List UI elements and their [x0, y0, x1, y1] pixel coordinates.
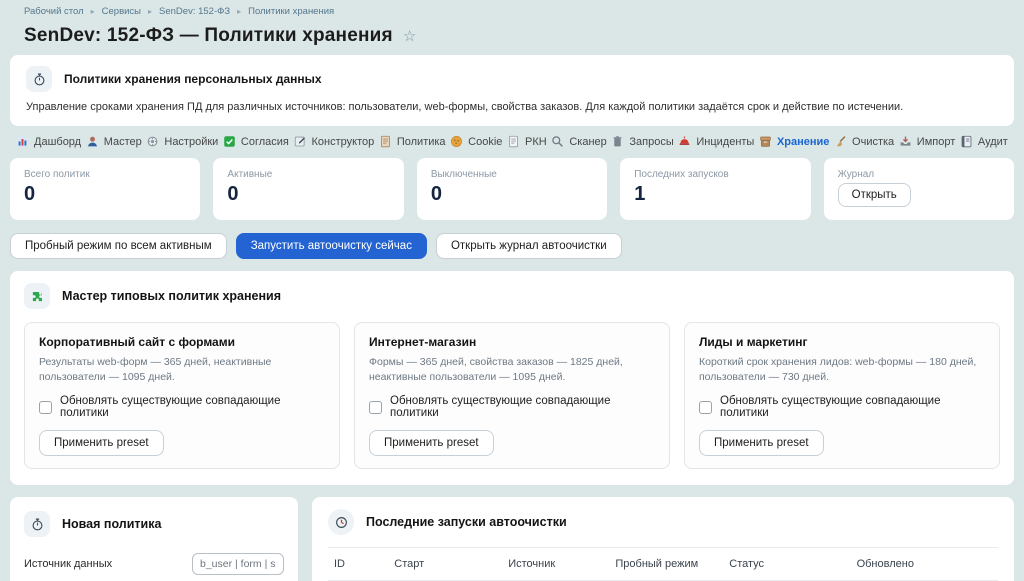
- stat-value: 0: [227, 183, 389, 206]
- preset-card-leads: Лиды и маркетинг Короткий срок хранения …: [684, 322, 1000, 469]
- tab-consents[interactable]: Согласия: [223, 135, 289, 148]
- tab-master[interactable]: Мастер: [86, 135, 142, 148]
- broom-icon: [834, 135, 847, 148]
- stat-card-recent-runs: Последних запусков 1: [620, 158, 810, 220]
- open-journal-button[interactable]: Открыть: [838, 183, 911, 207]
- stat-card-disabled: Выключенные 0: [417, 158, 607, 220]
- clock-icon: [328, 509, 354, 535]
- stopwatch-icon: [26, 66, 52, 92]
- checkbox-label: Обновлять существующие совпадающие полит…: [390, 395, 655, 419]
- banner-title: Политики хранения персональных данных: [64, 72, 322, 86]
- stat-label: Всего политик: [24, 169, 186, 180]
- breadcrumb-separator-icon: ▸: [91, 7, 95, 16]
- new-policy-section: Новая политика Источник данных Тип сущно…: [10, 497, 298, 581]
- person-icon: [86, 135, 99, 148]
- breadcrumb-separator-icon: ▸: [148, 7, 152, 16]
- stat-card-active: Активные 0: [213, 158, 403, 220]
- tab-requests[interactable]: Запросы: [611, 135, 673, 148]
- edit-note-icon: [294, 135, 307, 148]
- stat-card-journal: Журнал Открыть: [824, 158, 1014, 220]
- breadcrumb-separator-icon: ▸: [237, 7, 241, 16]
- preset-card-corporate: Корпоративный сайт с формами Результаты …: [24, 322, 340, 469]
- tab-bar: Дашборд Мастер Настройки Согласия Констр…: [10, 126, 1014, 155]
- document-icon: [507, 135, 520, 148]
- trial-mode-button[interactable]: Пробный режим по всем активным: [10, 233, 227, 259]
- data-source-label: Источник данных: [24, 558, 112, 570]
- page-title: SenDev: 152-ФЗ — Политики хранения: [24, 25, 393, 47]
- column-header-start: Старт: [388, 548, 502, 581]
- trash-icon: [611, 135, 624, 148]
- tab-settings[interactable]: Настройки: [146, 135, 218, 148]
- preset-title: Лиды и маркетинг: [699, 335, 985, 349]
- column-header-updated: Обновлено: [851, 548, 998, 581]
- breadcrumb-desktop[interactable]: Рабочий стол: [24, 6, 84, 17]
- preset-master-title: Мастер типовых политик хранения: [62, 289, 281, 303]
- column-header-source: Источник: [502, 548, 609, 581]
- stat-label: Последних запусков: [634, 169, 796, 180]
- apply-preset-button[interactable]: Применить preset: [39, 430, 164, 456]
- archive-box-icon: [759, 135, 772, 148]
- cookie-icon: [450, 135, 463, 148]
- bar-chart-icon: [16, 135, 29, 148]
- stopwatch-icon: [24, 511, 50, 537]
- breadcrumb: Рабочий стол ▸ Сервисы ▸ SenDev: 152-ФЗ …: [10, 0, 1014, 19]
- apply-preset-button[interactable]: Применить preset: [699, 430, 824, 456]
- tab-rkn[interactable]: РКН: [507, 135, 547, 148]
- tab-constructor[interactable]: Конструктор: [294, 135, 375, 148]
- favorite-star-icon[interactable]: ☆: [403, 27, 416, 45]
- breadcrumb-sendev[interactable]: SenDev: 152-ФЗ: [159, 6, 230, 17]
- stat-label: Журнал: [838, 169, 1000, 180]
- stat-value: 0: [24, 183, 186, 206]
- check-square-icon: [223, 135, 236, 148]
- banner-description: Управление сроками хранения ПД для разли…: [26, 101, 998, 113]
- update-existing-checkbox[interactable]: [699, 401, 712, 414]
- tab-storage[interactable]: Хранение: [759, 135, 829, 148]
- autoclean-runs-title: Последние запуски автоочистки: [366, 515, 567, 529]
- tab-audit[interactable]: Аудит: [960, 135, 1008, 148]
- run-autoclean-button[interactable]: Запустить автоочистку сейчас: [236, 233, 427, 259]
- stat-value: 0: [431, 183, 593, 206]
- breadcrumb-services[interactable]: Сервисы: [102, 6, 141, 17]
- checkbox-label: Обновлять существующие совпадающие полит…: [720, 395, 985, 419]
- update-existing-checkbox[interactable]: [369, 401, 382, 414]
- preset-master-section: Мастер типовых политик хранения Корпорат…: [10, 271, 1014, 485]
- preset-description: Результаты web-форм — 365 дней, неактивн…: [39, 355, 325, 385]
- stat-card-total: Всего политик 0: [10, 158, 200, 220]
- data-source-input[interactable]: [192, 553, 284, 575]
- preset-description: Короткий срок хранения лидов: web-формы …: [699, 355, 985, 385]
- column-header-id: ID: [328, 548, 388, 581]
- runs-table: ID Старт Источник Пробный режим Статус О…: [328, 547, 998, 581]
- stat-label: Активные: [227, 169, 389, 180]
- tab-cookie[interactable]: Cookie: [450, 135, 502, 148]
- column-header-trial: Пробный режим: [609, 548, 723, 581]
- scroll-icon: [379, 135, 392, 148]
- preset-card-shop: Интернет-магазин Формы — 365 дней, свойс…: [354, 322, 670, 469]
- stat-label: Выключенные: [431, 169, 593, 180]
- journal-book-icon: [960, 135, 973, 148]
- column-header-status: Статус: [723, 548, 850, 581]
- tab-import[interactable]: Импорт: [899, 135, 955, 148]
- info-banner: Политики хранения персональных данных Уп…: [10, 55, 1014, 126]
- autoclean-runs-section: Последние запуски автоочистки ID Старт И…: [312, 497, 1014, 581]
- preset-title: Корпоративный сайт с формами: [39, 335, 325, 349]
- import-icon: [899, 135, 912, 148]
- update-existing-checkbox[interactable]: [39, 401, 52, 414]
- new-policy-title: Новая политика: [62, 517, 161, 531]
- tab-scanner[interactable]: Сканер: [551, 135, 606, 148]
- tab-cleanup[interactable]: Очистка: [834, 135, 894, 148]
- apply-preset-button[interactable]: Применить preset: [369, 430, 494, 456]
- open-autoclean-journal-button[interactable]: Открыть журнал автоочистки: [436, 233, 622, 259]
- puzzle-icon: [24, 283, 50, 309]
- breadcrumb-current[interactable]: Политики хранения: [248, 6, 334, 17]
- alarm-icon: [678, 135, 691, 148]
- checkbox-label: Обновлять существующие совпадающие полит…: [60, 395, 325, 419]
- preset-description: Формы — 365 дней, свойства заказов — 182…: [369, 355, 655, 385]
- preset-title: Интернет-магазин: [369, 335, 655, 349]
- gear-icon: [146, 135, 159, 148]
- tab-incidents[interactable]: Инциденты: [678, 135, 754, 148]
- tab-dashboard[interactable]: Дашборд: [16, 135, 81, 148]
- stat-value: 1: [634, 183, 796, 206]
- tab-policy[interactable]: Политика: [379, 135, 446, 148]
- magnifier-icon: [551, 135, 564, 148]
